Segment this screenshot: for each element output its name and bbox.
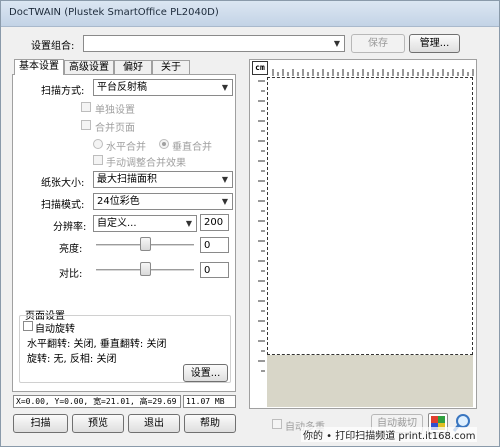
size-status: 11.07 MB: [183, 395, 236, 408]
save-button[interactable]: 保存: [351, 34, 405, 53]
chevron-down-icon: ▼: [218, 194, 232, 209]
resolution-input[interactable]: 200: [200, 214, 229, 231]
radio-selected-dot: [162, 142, 166, 146]
coords-status: X=0.00, Y=0.00, 宽=21.01, 高=29.69: [13, 395, 181, 408]
auto-multi-checkbox[interactable]: [272, 419, 282, 429]
chevron-down-icon: ▼: [182, 216, 196, 231]
vertical-merge-radio[interactable]: [159, 139, 169, 149]
horizontal-ruler: [272, 69, 474, 76]
watermark-text: 你的 • 打印扫描频道 print.it168.com: [301, 427, 478, 442]
chevron-down-icon: ▼: [330, 36, 344, 51]
brightness-input[interactable]: 0: [200, 237, 229, 253]
page-settings-button[interactable]: 设置...: [183, 364, 228, 382]
settings-combo[interactable]: ▼: [83, 35, 345, 52]
window-title: DocTWAIN (Plustek SmartOffice PL2040D): [9, 7, 219, 18]
horizontal-merge-radio[interactable]: [93, 139, 103, 149]
paper-size-value: 最大扫描面积: [97, 174, 157, 185]
paper-size-select[interactable]: 最大扫描面积 ▼: [93, 171, 233, 188]
preview-button[interactable]: 预览: [72, 414, 124, 433]
paper-size-label: 纸张大小:: [41, 178, 85, 189]
scan-selection-area[interactable]: [267, 77, 473, 355]
chevron-down-icon: ▼: [218, 80, 232, 95]
flip-status: 水平翻转: 关闭, 垂直翻转: 关闭: [27, 339, 167, 350]
merge-page-checkbox[interactable]: [81, 120, 91, 130]
contrast-slider-thumb[interactable]: [140, 262, 151, 276]
contrast-input[interactable]: 0: [200, 262, 229, 278]
unit-indicator[interactable]: cm: [252, 61, 268, 75]
manage-button[interactable]: 管理...: [409, 34, 460, 53]
resolution-mode-value: 自定义...: [97, 218, 137, 229]
settings-combo-label: 设置组合:: [31, 41, 75, 52]
merge-page-label: 合并页面: [95, 123, 135, 134]
scan-mode-value: 平台反射稿: [97, 82, 147, 93]
scan-type-label: 扫描模式:: [41, 200, 85, 211]
vertical-ruler: [258, 80, 265, 372]
scan-mode-label: 扫描方式:: [41, 86, 85, 97]
brightness-slider-thumb[interactable]: [140, 237, 151, 251]
resolution-label: 分辨率:: [53, 222, 87, 233]
horizontal-merge-label: 水平合并: [106, 142, 146, 153]
title-bar: DocTWAIN (Plustek SmartOffice PL2040D): [1, 1, 499, 27]
rotate-status: 旋转: 无, 反相: 关闭: [27, 354, 117, 365]
tab-advanced-settings[interactable]: 高级设置: [64, 60, 114, 75]
help-button[interactable]: 帮助: [184, 414, 236, 433]
exit-button[interactable]: 退出: [128, 414, 180, 433]
resolution-mode-select[interactable]: 自定义... ▼: [93, 215, 197, 232]
scan-button[interactable]: 扫描: [13, 414, 68, 433]
twain-dialog: DocTWAIN (Plustek SmartOffice PL2040D) 设…: [0, 0, 500, 447]
contrast-label: 对比:: [59, 269, 83, 280]
chevron-down-icon: ▼: [218, 172, 232, 187]
brightness-label: 亮度:: [59, 244, 83, 255]
tab-basic-settings[interactable]: 基本设置: [14, 59, 64, 75]
manual-merge-checkbox[interactable]: [93, 155, 103, 165]
single-setting-label: 单独设置: [95, 105, 135, 116]
unscanned-area: [267, 355, 473, 407]
manual-merge-label: 手动调整合并效果: [106, 158, 186, 169]
scan-type-value: 24位彩色: [97, 196, 140, 207]
scan-mode-select[interactable]: 平台反射稿 ▼: [93, 79, 233, 96]
auto-rotate-checkbox[interactable]: [23, 321, 33, 331]
tab-about[interactable]: 关于: [152, 60, 190, 75]
auto-rotate-label: 自动旋转: [35, 324, 75, 335]
single-setting-checkbox[interactable]: [81, 102, 91, 112]
vertical-merge-label: 垂直合并: [172, 142, 212, 153]
scan-type-select[interactable]: 24位彩色 ▼: [93, 193, 233, 210]
tab-preferences[interactable]: 偏好: [114, 60, 152, 75]
